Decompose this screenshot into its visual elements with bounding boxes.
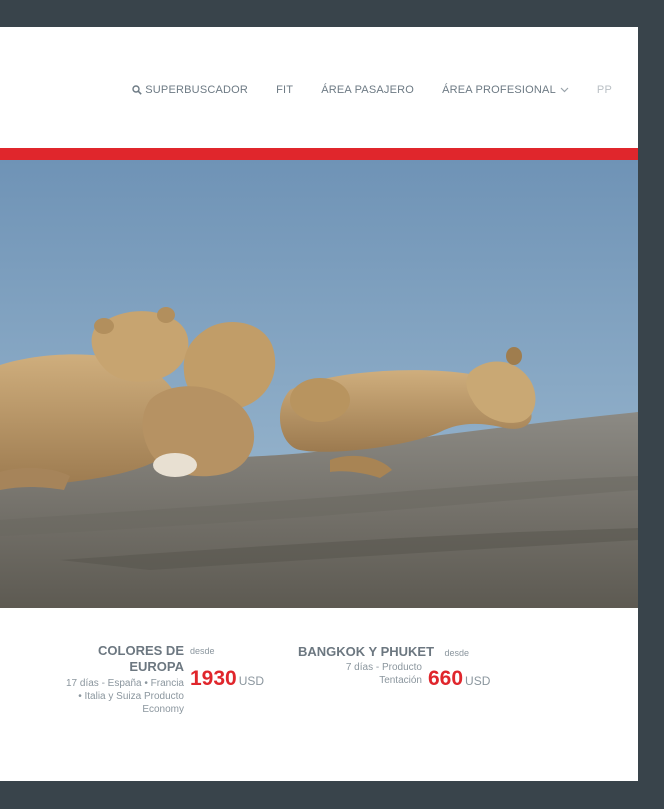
offer-title-row: BANGKOK Y PHUKET desde (298, 643, 469, 661)
offer-currency: USD (238, 674, 265, 688)
offer-price-block: 660 USD (428, 667, 490, 691)
nav-superbuscador-label: SUPERBUSCADOR (145, 84, 249, 96)
offer-title-line1: COLORES DE (98, 643, 184, 658)
nav-area-pasajero[interactable]: ÁREA PASAJERO (321, 84, 414, 96)
site-header: SUPERBUSCADOR FIT ÁREA PASAJERO ÁREA PRO… (0, 27, 638, 148)
nav-area-profesional-label: ÁREA PROFESIONAL (442, 84, 556, 96)
offer-meta-line2: Tentación (379, 675, 422, 686)
offer-meta: 7 días - Producto Tentación (298, 661, 422, 687)
offers-section: COLORES DE EUROPA 17 días - España • Fra… (0, 608, 638, 781)
nav-superbuscador[interactable]: SUPERBUSCADOR (132, 84, 248, 96)
offer-price: 1930 (190, 667, 237, 690)
offer-desde: desde (190, 646, 215, 656)
offer-card-text: COLORES DE EUROPA 17 días - España • Fra… (12, 643, 184, 716)
offer-meta-line1: 7 días - Producto (345, 662, 422, 673)
offer-meta-line1: 17 días - España • Francia (65, 678, 184, 689)
search-icon (132, 85, 142, 95)
offer-title-line2: EUROPA (129, 659, 184, 674)
offer-currency: USD (465, 674, 491, 688)
page: SUPERBUSCADOR FIT ÁREA PASAJERO ÁREA PRO… (0, 27, 638, 781)
lion-cubs-photo (0, 160, 638, 608)
main-nav: SUPERBUSCADOR FIT ÁREA PASAJERO ÁREA PRO… (132, 84, 612, 96)
nav-fit[interactable]: FIT (276, 84, 293, 96)
nav-area-profesional[interactable]: ÁREA PROFESIONAL (442, 84, 569, 96)
chevron-down-icon (560, 87, 569, 93)
accent-bar (0, 148, 638, 160)
offer-meta-line3: Economy (142, 704, 184, 715)
offer-price: 660 (428, 667, 464, 690)
offer-price-block: 1930 USD (190, 667, 264, 691)
nav-fit-label: FIT (276, 84, 294, 96)
offer-desde: desde (444, 648, 470, 658)
language-label: PP (596, 84, 612, 96)
offer-meta-line2: • Italia y Suiza Producto (78, 691, 184, 702)
hero-image[interactable] (0, 160, 638, 608)
offer-title: BANGKOK Y PHUKET (298, 644, 435, 659)
nav-area-pasajero-label: ÁREA PASAJERO (321, 84, 415, 96)
language-selector[interactable]: PP (597, 84, 612, 96)
